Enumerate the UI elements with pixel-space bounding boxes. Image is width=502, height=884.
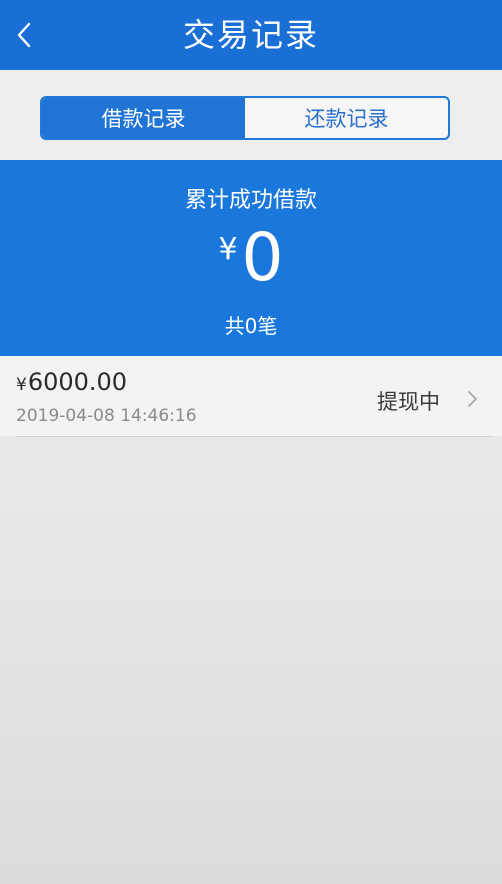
summary-value: 0 bbox=[241, 219, 284, 296]
record-time: 2019-04-08 14:46:16 bbox=[16, 406, 197, 426]
summary-currency: ¥ bbox=[218, 232, 238, 267]
record-row[interactable]: ¥6000.00 2019-04-08 14:46:16 提现中 bbox=[0, 356, 502, 436]
chevron-right-icon bbox=[468, 391, 477, 407]
app-header: 交易记录 bbox=[0, 0, 502, 70]
record-amount: ¥6000.00 bbox=[16, 368, 127, 396]
record-currency: ¥ bbox=[16, 375, 27, 395]
borrow-summary-panel: 累计成功借款 ¥ 0 共0笔 bbox=[0, 160, 502, 356]
page-title: 交易记录 bbox=[182, 16, 319, 54]
summary-label: 累计成功借款 bbox=[184, 188, 317, 213]
tab-repay-records[interactable]: 还款记录 bbox=[245, 98, 448, 138]
transaction-records-screen: 交易记录 借款记录 还款记录 累计成功借款 ¥ 0 共0笔 ¥6000.00 2… bbox=[0, 0, 502, 884]
record-status: 提现中 bbox=[377, 390, 440, 414]
record-divider bbox=[16, 436, 492, 437]
record-type-tabs: 借款记录 还款记录 bbox=[40, 96, 450, 140]
record-amount-value: 6000.00 bbox=[27, 368, 128, 396]
summary-count: 共0笔 bbox=[224, 314, 278, 338]
tabs-bar: 借款记录 还款记录 bbox=[0, 70, 502, 160]
tab-borrow-records[interactable]: 借款记录 bbox=[42, 98, 245, 138]
summary-amount: ¥ 0 bbox=[0, 220, 502, 300]
